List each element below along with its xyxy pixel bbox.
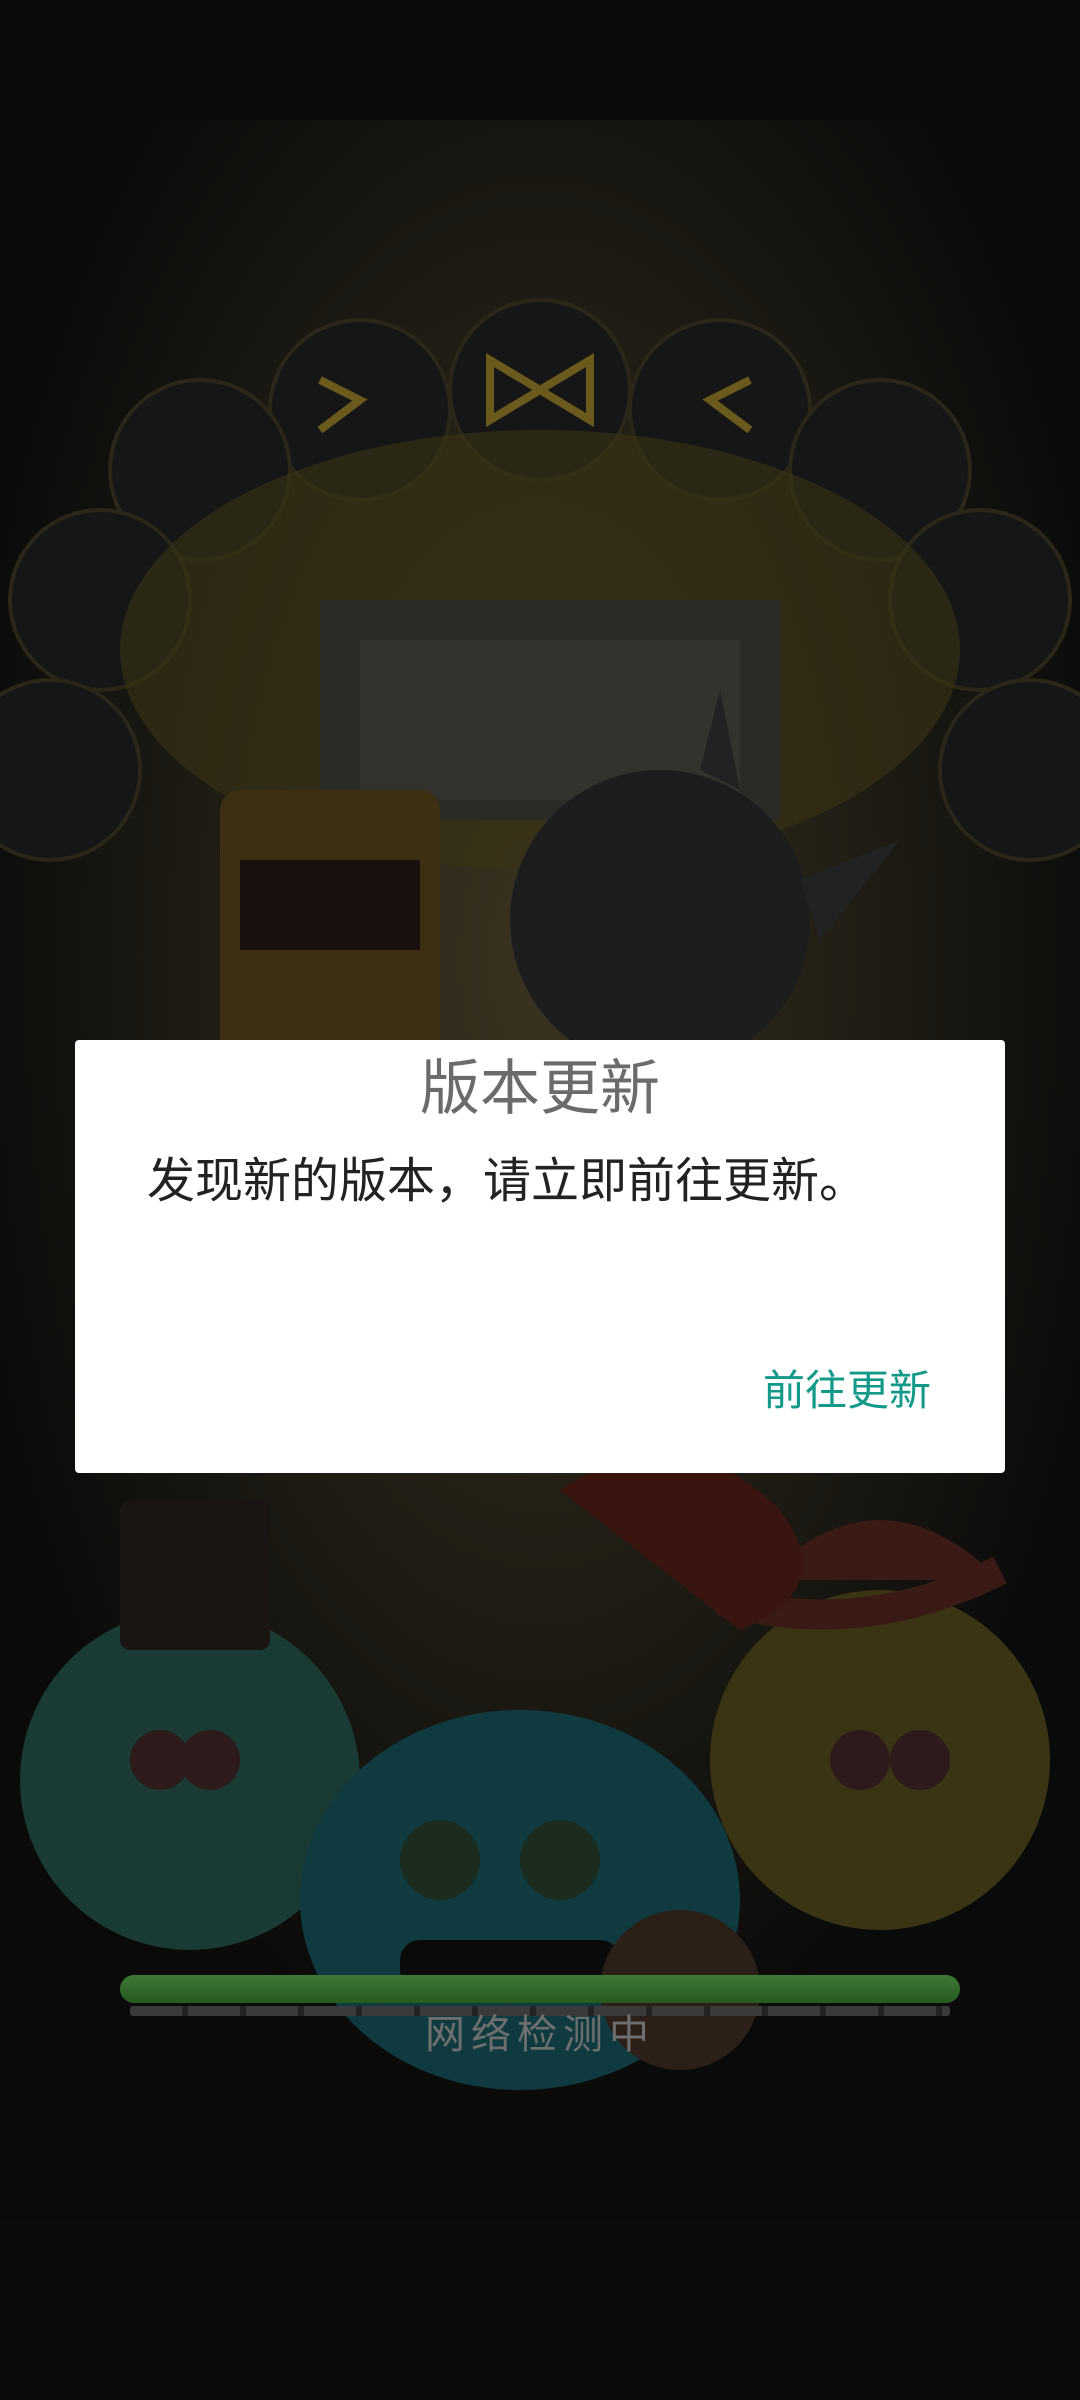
dialog-title: 版本更新 (420, 1054, 660, 1124)
loading-progress-bar (120, 1975, 960, 2003)
loading-status-text: 网络检测中 (425, 2012, 655, 2058)
go-update-button[interactable]: 前往更新 (763, 1347, 931, 1428)
update-dialog: 版本更新 发现新的版本，请立即前往更新。 前往更新 (75, 1040, 1005, 1473)
loading-progress-fill (120, 1975, 960, 2003)
dialog-message: 发现新的版本，请立即前往更新。 (147, 1153, 868, 1209)
game-splash-screen: 网络检测中 版本更新 发现新的版本，请立即前往更新。 前往更新 (0, 0, 1080, 2400)
